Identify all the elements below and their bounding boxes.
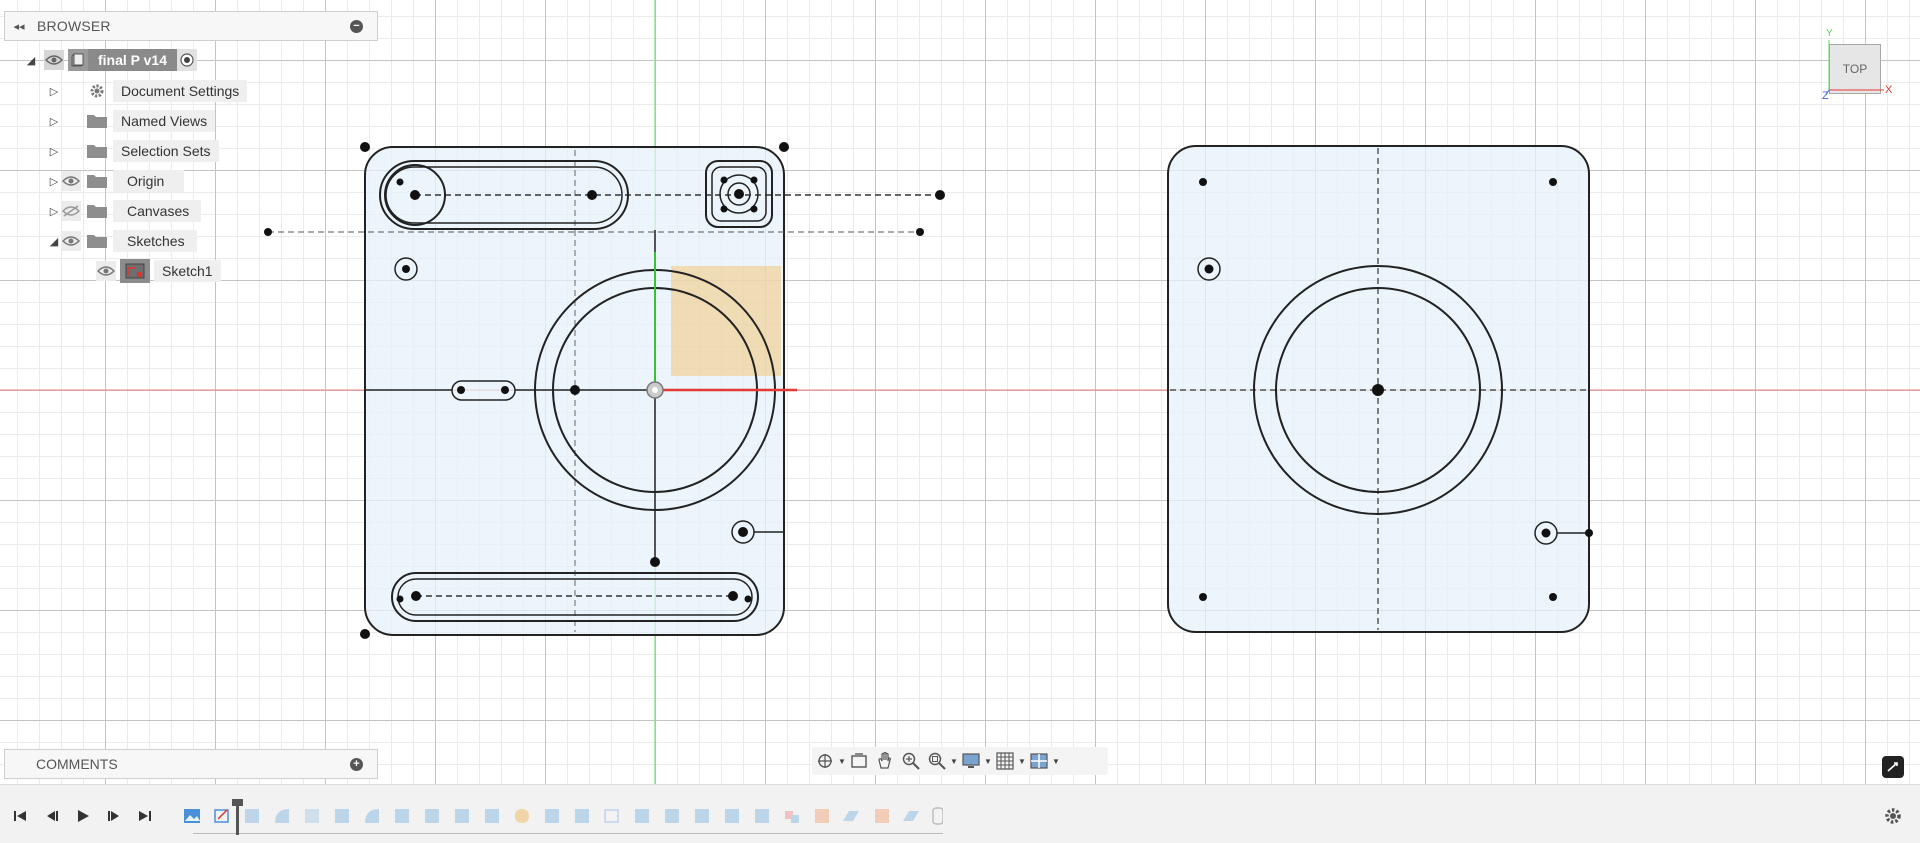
- timeline-bar: [0, 784, 1920, 843]
- look-at-icon[interactable]: [846, 749, 872, 773]
- chevron-down-icon[interactable]: ▼: [984, 757, 992, 766]
- add-comment-icon[interactable]: +: [350, 757, 363, 771]
- expand-triangle-icon[interactable]: ▷: [47, 145, 61, 158]
- visibility-eye-icon[interactable]: [44, 50, 64, 70]
- browser-panel-header[interactable]: ◂◂ BROWSER −: [4, 11, 378, 41]
- browser-item-label: Document Settings: [113, 80, 248, 102]
- expand-triangle-icon[interactable]: ▷: [47, 205, 61, 218]
- chevron-down-icon[interactable]: ▼: [1018, 757, 1026, 766]
- step-forward-icon[interactable]: [103, 805, 125, 827]
- comments-title: COMMENTS: [36, 756, 118, 772]
- chevron-down-icon[interactable]: ▼: [838, 757, 846, 766]
- folder-icon: [87, 175, 107, 188]
- pan-icon[interactable]: [872, 749, 898, 773]
- browser-item-canvases[interactable]: ▷ Canvases: [47, 198, 202, 224]
- browser-item-selection-sets[interactable]: ▷ Selection Sets: [47, 138, 219, 164]
- step-back-icon[interactable]: [41, 805, 63, 827]
- folder-icon: [87, 205, 107, 218]
- timeline-track: [193, 833, 943, 834]
- root-component-label: final P v14: [88, 49, 178, 71]
- chevron-down-icon[interactable]: ▼: [950, 757, 958, 766]
- collapse-triangle-icon[interactable]: ◢: [24, 54, 38, 67]
- chevron-down-icon[interactable]: ▼: [1052, 757, 1060, 766]
- expand-triangle-icon[interactable]: ▷: [47, 115, 61, 128]
- comments-panel-header[interactable]: COMMENTS +: [4, 749, 378, 779]
- minimize-icon[interactable]: −: [350, 19, 363, 33]
- browser-item-label: Sketches: [113, 230, 197, 252]
- timeline-settings-gear-icon[interactable]: [1882, 805, 1904, 827]
- sketch-scene[interactable]: [0, 0, 1920, 784]
- expand-triangle-icon[interactable]: ▷: [47, 175, 61, 188]
- canvas-feature-icon[interactable]: [183, 807, 201, 825]
- folder-icon: [87, 145, 107, 158]
- collapse-triangle-icon[interactable]: ◢: [47, 235, 61, 248]
- browser-item-sketches[interactable]: ◢ Sketches: [47, 228, 197, 254]
- browser-item-label: Selection Sets: [113, 140, 219, 162]
- browser-item-document-settings[interactable]: ▷ Document Settings: [47, 78, 248, 104]
- browser-title: BROWSER: [37, 18, 111, 34]
- activate-radio-icon[interactable]: [177, 49, 198, 71]
- viewports-icon[interactable]: [1026, 749, 1052, 773]
- selection-highlight: [671, 266, 781, 376]
- grid-icon[interactable]: [992, 749, 1018, 773]
- orbit-icon[interactable]: [812, 749, 838, 773]
- suppressed-features[interactable]: [243, 807, 943, 827]
- zoom-icon[interactable]: [898, 749, 924, 773]
- visibility-eye-icon[interactable]: [96, 261, 116, 281]
- browser-item-label: Named Views: [113, 110, 216, 132]
- sketch-icon: [120, 259, 150, 283]
- axis-triad-icon: [1826, 40, 1884, 96]
- browser-item-label: Origin: [113, 170, 185, 192]
- text-command-icon[interactable]: [1882, 756, 1904, 778]
- component-icon: [68, 49, 88, 71]
- collapse-panel-icon[interactable]: ◂◂: [5, 20, 33, 33]
- browser-item-label: Sketch1: [154, 260, 221, 282]
- skip-to-start-icon[interactable]: [9, 805, 31, 827]
- browser-item-sketch1[interactable]: Sketch1: [96, 258, 221, 284]
- browser-item-label: Canvases: [113, 200, 202, 222]
- expand-triangle-icon[interactable]: ▷: [47, 85, 61, 98]
- folder-icon: [87, 235, 107, 248]
- display-settings-icon[interactable]: [958, 749, 984, 773]
- sketch-feature-icon[interactable]: [213, 807, 231, 825]
- browser-item-origin[interactable]: ▷ Origin: [47, 168, 185, 194]
- right-sketch-profile[interactable]: [1167, 145, 1593, 633]
- timeline-marker-handle[interactable]: [232, 799, 243, 806]
- browser-item-named-views[interactable]: ▷ Named Views: [47, 108, 216, 134]
- browser-root-row[interactable]: ◢ final P v14: [24, 47, 198, 73]
- fit-icon[interactable]: [924, 749, 950, 773]
- play-icon[interactable]: [72, 805, 94, 827]
- visibility-eye-icon[interactable]: [61, 171, 81, 191]
- navigation-bar: ▼ ▼ ▼ ▼ ▼: [812, 747, 1108, 775]
- axis-y-label: Y: [1826, 28, 1833, 39]
- gear-icon: [90, 84, 104, 98]
- visibility-eye-icon[interactable]: [61, 231, 81, 251]
- folder-icon: [87, 115, 107, 128]
- skip-to-end-icon[interactable]: [134, 805, 156, 827]
- visibility-hidden-eye-icon[interactable]: [61, 201, 81, 221]
